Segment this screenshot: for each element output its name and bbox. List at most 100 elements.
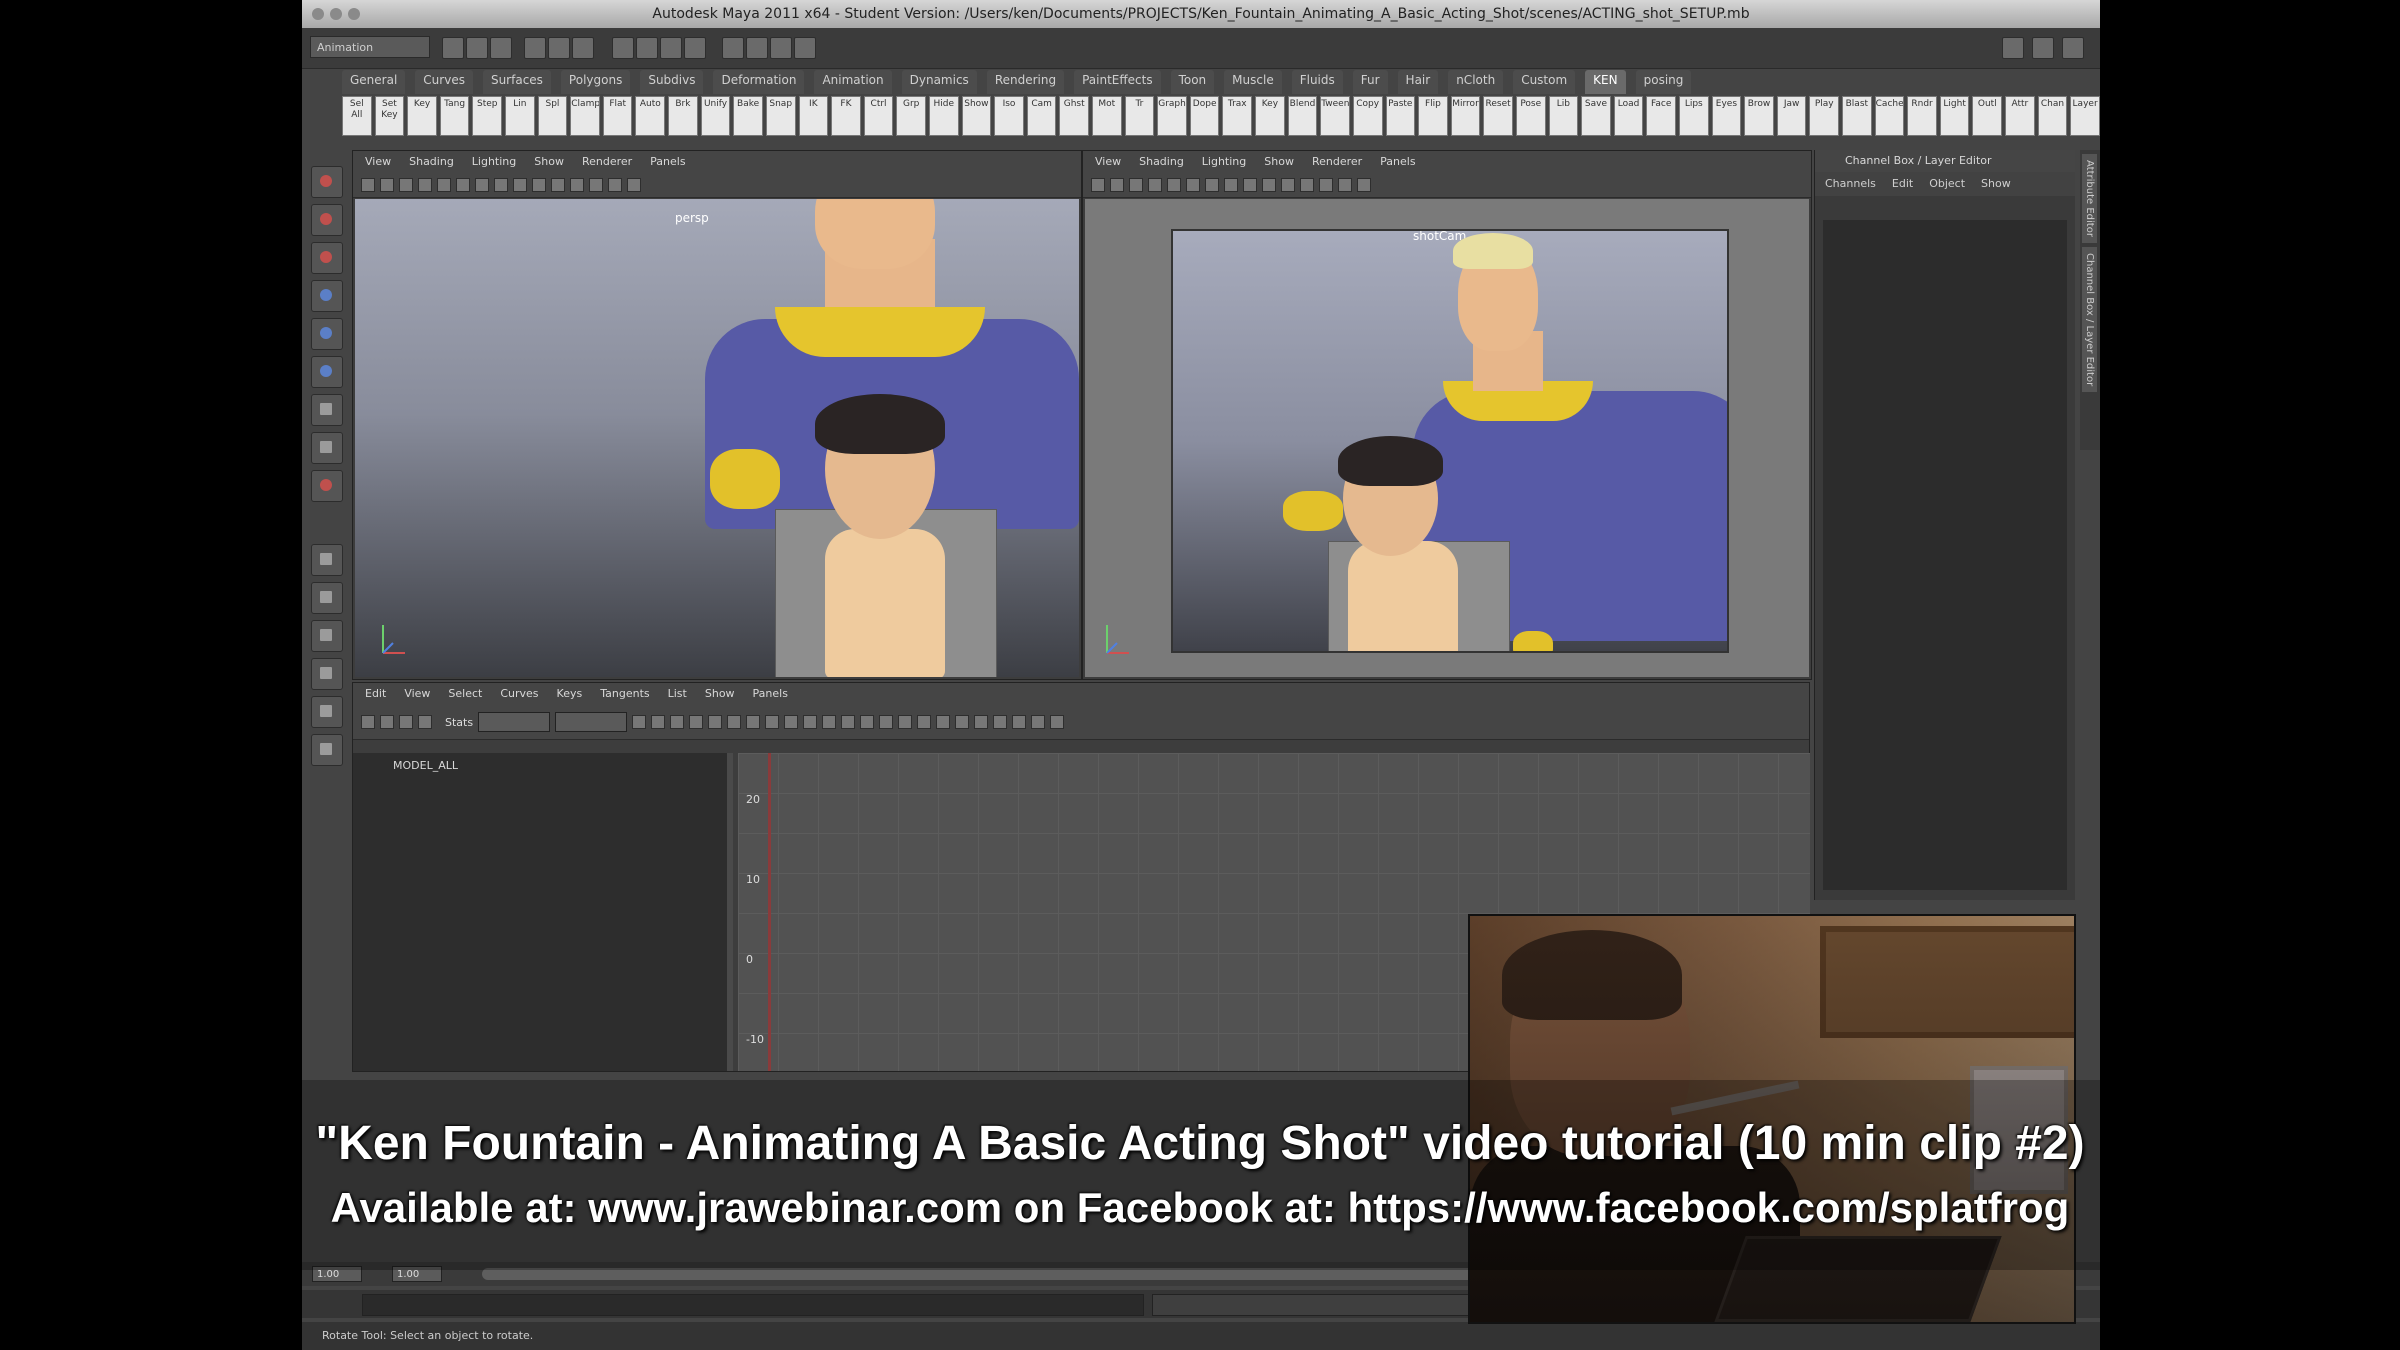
stats-time-field[interactable] <box>478 712 551 732</box>
wireframe-icon[interactable] <box>1243 178 1257 192</box>
shelf-button[interactable]: Flip <box>1418 96 1448 136</box>
shelf-button[interactable]: Ghst <box>1059 96 1090 136</box>
graph-editor-menu-item[interactable]: Select <box>448 683 482 705</box>
shelf-button[interactable]: Tang <box>439 96 470 136</box>
select-by-component-icon[interactable] <box>572 37 594 59</box>
shelf-button[interactable]: Mot <box>1092 96 1122 136</box>
select-camera-icon[interactable] <box>1091 178 1105 192</box>
shelf-button[interactable]: Flat <box>602 96 633 136</box>
shelf-button[interactable]: Layer <box>2070 96 2100 136</box>
shelf-button[interactable]: Play <box>1809 96 1840 136</box>
kid-character-body[interactable] <box>825 529 945 677</box>
shelf-tab[interactable]: Hair <box>1397 70 1439 94</box>
free-tangent-weight-icon[interactable] <box>879 715 894 729</box>
lock-camera-icon[interactable] <box>380 178 394 192</box>
lock-tangent-weight-icon[interactable] <box>898 715 913 729</box>
shelf-button[interactable]: Graph <box>1157 96 1187 136</box>
stats-value-field[interactable] <box>555 712 628 732</box>
shelf-button[interactable]: Sel All <box>342 96 372 136</box>
selection-mask-icon[interactable] <box>612 37 634 59</box>
shelf-button[interactable]: Bake <box>733 96 763 136</box>
shelf-button[interactable]: Jaw <box>1776 96 1807 136</box>
viewport-menu-item[interactable]: Panels <box>650 151 685 173</box>
graph-editor-menu-item[interactable]: View <box>404 683 430 705</box>
shelf-tab[interactable]: Polygons <box>560 70 631 94</box>
shelf-button[interactable]: Auto <box>635 96 666 136</box>
graph-editor-menu-item[interactable]: List <box>668 683 687 705</box>
graph-editor-menu-item[interactable]: Show <box>705 683 735 705</box>
wireframe-icon[interactable] <box>513 178 527 192</box>
four-pane-layout-icon[interactable] <box>311 582 343 614</box>
shelf-button[interactable]: Save <box>1581 96 1611 136</box>
viewport-menu-item[interactable]: Show <box>1264 151 1294 173</box>
select-by-object-icon[interactable] <box>548 37 570 59</box>
lasso-tool-icon[interactable] <box>311 204 343 236</box>
viewport-menu-item[interactable]: Renderer <box>582 151 632 173</box>
channel-box-body[interactable] <box>1823 220 2067 890</box>
side-tab[interactable]: Attribute Editor <box>2082 154 2097 243</box>
select-by-hierarchy-icon[interactable] <box>524 37 546 59</box>
viewport-left[interactable]: persp <box>355 199 1079 677</box>
shelf-button[interactable]: Chan <box>2037 96 2068 136</box>
shelf-button[interactable]: Grp <box>896 96 926 136</box>
step-tangent-icon[interactable] <box>765 715 780 729</box>
outliner-item[interactable]: MODEL_ALL <box>353 753 727 778</box>
shelf-button[interactable]: Paste <box>1385 96 1416 136</box>
shelf-button[interactable]: Light <box>1939 96 1970 136</box>
graph-editor-menu-item[interactable]: Tangents <box>600 683 649 705</box>
textured-icon[interactable] <box>551 178 565 192</box>
shadows-icon[interactable] <box>1319 178 1333 192</box>
shelf-button[interactable]: Reset <box>1483 96 1513 136</box>
channel-box-tab[interactable]: Channels <box>1825 172 1876 196</box>
graph-editor-menu-item[interactable]: Panels <box>753 683 788 705</box>
shelf-button[interactable]: Key <box>1255 96 1285 136</box>
new-scene-icon[interactable] <box>442 37 464 59</box>
shelf-tab[interactable]: Surfaces <box>482 70 551 94</box>
render-icon[interactable] <box>746 37 768 59</box>
shelf-tab[interactable]: Curves <box>415 70 473 94</box>
shelf-button[interactable]: IK <box>798 96 829 136</box>
snap-curve-icon[interactable] <box>660 37 682 59</box>
shelf-tab[interactable]: Subdivs <box>640 70 704 94</box>
shelf-button[interactable]: Pose <box>1515 96 1546 136</box>
outliner-layout-icon[interactable] <box>311 734 343 766</box>
scale-tool-icon[interactable] <box>311 318 343 350</box>
shelf-button[interactable]: Mirror <box>1450 96 1481 136</box>
safe-action-icon[interactable] <box>494 178 508 192</box>
shelf-button[interactable]: Dope <box>1189 96 1220 136</box>
bookmark-icon[interactable] <box>399 178 413 192</box>
center-current-time-icon[interactable] <box>670 715 685 729</box>
denormalize-curves-icon[interactable] <box>974 715 989 729</box>
textured-icon[interactable] <box>1281 178 1295 192</box>
shelf-tab[interactable]: KEN <box>1585 70 1626 94</box>
xray-icon[interactable] <box>608 178 622 192</box>
plateau-tangent-icon[interactable] <box>784 715 799 729</box>
show-manipulator-icon[interactable] <box>311 432 343 464</box>
shelf-button[interactable]: Step <box>472 96 503 136</box>
frame-all-icon[interactable] <box>632 715 647 729</box>
shelf-button[interactable]: Attr <box>2005 96 2035 136</box>
history-icon[interactable] <box>722 37 744 59</box>
shadows-icon[interactable] <box>589 178 603 192</box>
soft-modification-icon[interactable] <box>311 394 343 426</box>
save-scene-icon[interactable] <box>490 37 512 59</box>
current-time-indicator[interactable] <box>768 753 771 1071</box>
shelf-button[interactable]: Spl <box>537 96 568 136</box>
shelf-button[interactable]: Unify <box>700 96 731 136</box>
move-tool-icon[interactable] <box>311 242 343 274</box>
unify-tangents-icon[interactable] <box>860 715 875 729</box>
open-trax-editor-icon[interactable] <box>1050 715 1065 729</box>
shelf-button[interactable]: Set Key <box>374 96 405 136</box>
shelf-button[interactable]: Key <box>407 96 437 136</box>
safe-action-icon[interactable] <box>1224 178 1238 192</box>
break-tangents-icon[interactable] <box>841 715 856 729</box>
shelf-tab[interactable]: Toon <box>1170 70 1215 94</box>
grid-toggle-icon[interactable] <box>437 178 451 192</box>
shelf-button[interactable]: Lips <box>1678 96 1709 136</box>
viewport-menu-item[interactable]: Lighting <box>1202 151 1246 173</box>
shelf-button[interactable]: Lib <box>1548 96 1579 136</box>
shelf-tab[interactable]: posing <box>1635 70 1692 94</box>
shelf-button[interactable]: Brk <box>668 96 698 136</box>
rotate-tool-icon[interactable] <box>311 280 343 312</box>
ipr-render-icon[interactable] <box>770 37 792 59</box>
